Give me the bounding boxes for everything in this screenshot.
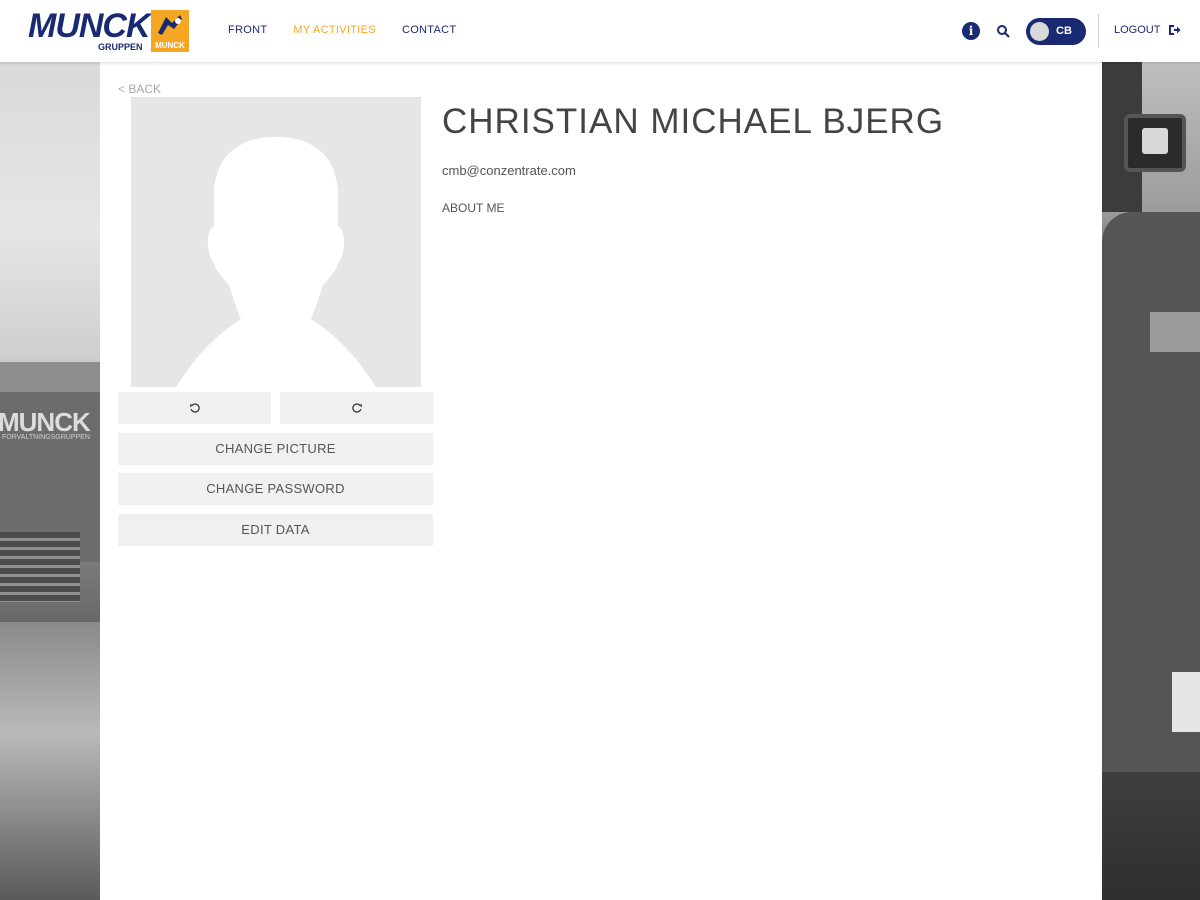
rotate-right-icon	[351, 403, 362, 413]
background-ground	[0, 622, 100, 900]
top-header: MUNCK GRUPPEN MUNCK FRONT MY ACTIVITIES …	[0, 0, 1200, 62]
logout-label: LOGOUT	[1114, 24, 1161, 36]
change-password-button[interactable]: CHANGE PASSWORD	[118, 473, 433, 505]
rotate-right-button[interactable]	[280, 392, 433, 424]
rotate-left-button[interactable]	[118, 392, 271, 424]
background-stripe	[1150, 312, 1200, 352]
edit-data-button[interactable]: EDIT DATA	[118, 514, 433, 546]
munck-logo[interactable]: MUNCK GRUPPEN MUNCK	[28, 8, 190, 54]
logo-emblem-icon	[158, 15, 182, 35]
logo-wordmark: MUNCK	[28, 7, 151, 45]
back-link[interactable]: < BACK	[118, 82, 161, 96]
logo-badge-text: MUNCK	[155, 41, 185, 50]
nav-my-activities[interactable]: MY ACTIVITIES	[293, 24, 376, 36]
logo-badge: MUNCK	[151, 10, 189, 52]
about-me-heading: ABOUT ME	[442, 201, 505, 215]
nav-contact[interactable]: CONTACT	[402, 24, 456, 36]
main-nav: FRONT MY ACTIVITIES CONTACT	[228, 24, 456, 36]
user-toggle[interactable]: CB	[1026, 18, 1086, 45]
user-initials: CB	[1056, 25, 1072, 37]
background-right-photo	[1102, 62, 1200, 900]
change-picture-button[interactable]: CHANGE PICTURE	[118, 433, 433, 465]
logout-link[interactable]: LOGOUT	[1114, 24, 1181, 36]
background-work-light	[1124, 114, 1186, 172]
avatar-placeholder-icon	[176, 137, 376, 387]
search-icon[interactable]	[996, 24, 1010, 38]
background-brand-sub: FORVALTNINGSGRUPPEN	[2, 434, 90, 441]
rotate-left-icon	[189, 403, 200, 413]
logo-subtitle: GRUPPEN	[98, 42, 143, 52]
background-stripe-2	[1172, 672, 1200, 732]
nav-front[interactable]: FRONT	[228, 24, 267, 36]
header-divider	[1098, 14, 1099, 48]
profile-picture	[131, 97, 421, 387]
info-icon[interactable]: i	[962, 22, 980, 40]
toggle-knob	[1030, 22, 1049, 41]
profile-email: cmb@conzentrate.com	[442, 163, 576, 178]
profile-panel: < BACK CHANGE PICTURE CHANGE PASSWORD ED…	[100, 62, 1102, 900]
profile-name: CHRISTIAN MICHAEL BJERG	[442, 102, 945, 141]
background-tracks	[0, 532, 80, 602]
logout-icon	[1169, 25, 1181, 35]
background-left-photo: MUNCK FORVALTNINGSGRUPPEN	[0, 62, 100, 900]
